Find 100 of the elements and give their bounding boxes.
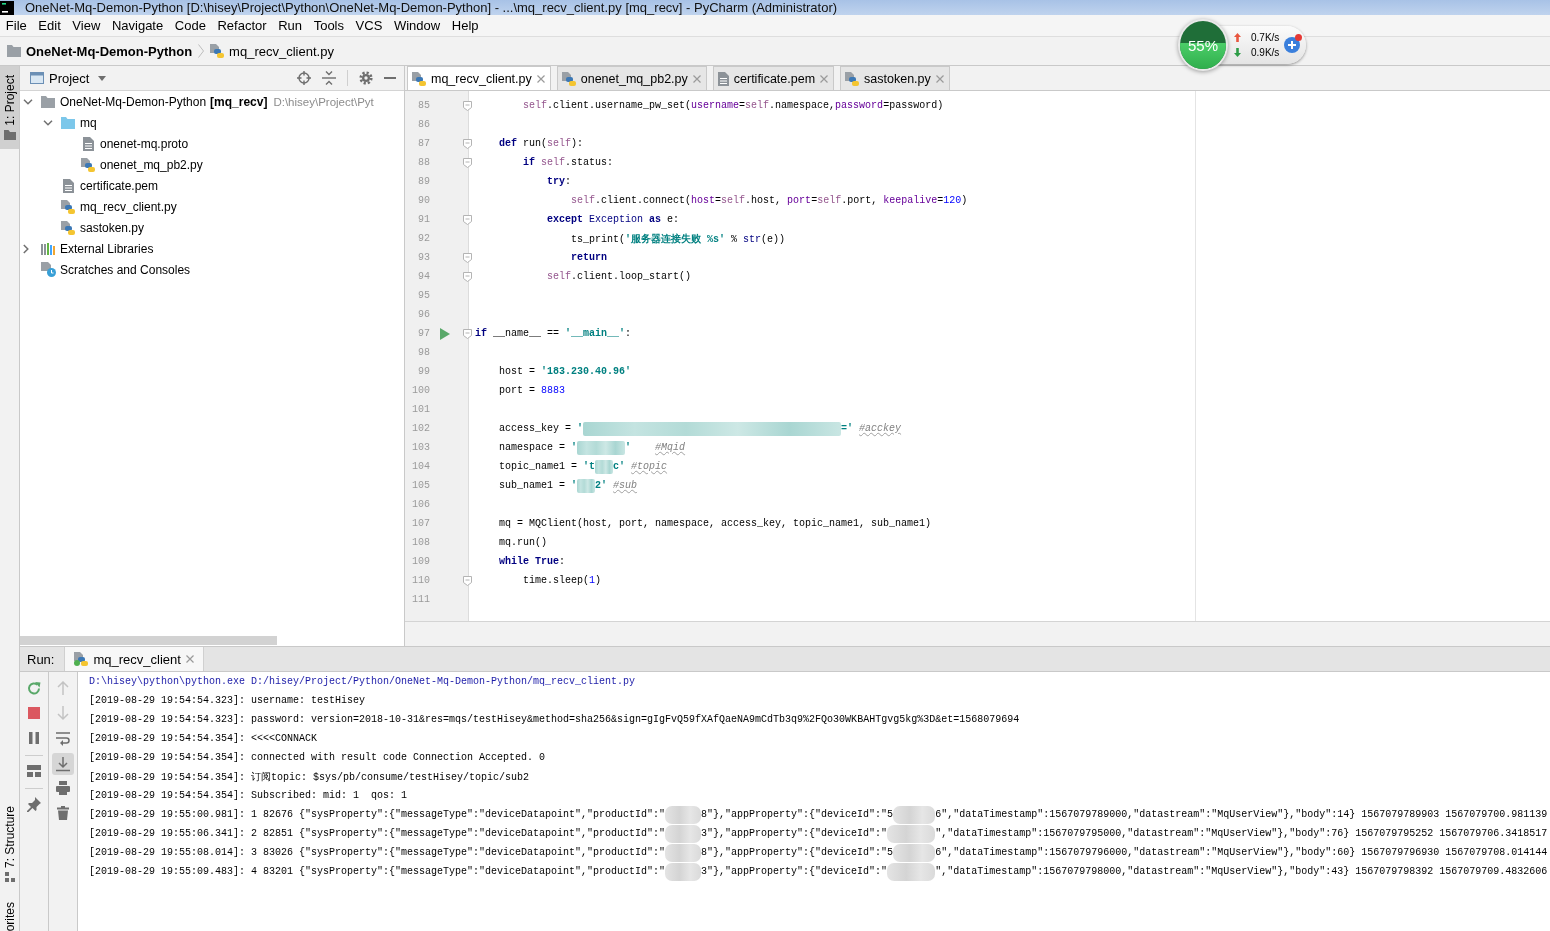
line-number: 87: [417, 138, 430, 149]
download-arrow-icon: [1234, 48, 1241, 57]
fold-marker-icon[interactable]: [463, 271, 472, 282]
menu-item[interactable]: Edit: [32, 16, 67, 35]
settings-icon[interactable]: [359, 71, 373, 85]
tool-window-tab[interactable]: 7: Structure: [0, 799, 19, 890]
menu-item[interactable]: View: [66, 16, 107, 35]
printer-icon[interactable]: [56, 781, 70, 796]
tool-window-tab[interactable]: 1: Project: [0, 66, 19, 149]
python-file-icon: [61, 220, 75, 235]
editor-tab[interactable]: onenet_mq_pb2.py: [556, 66, 707, 90]
menu-item[interactable]: Tools: [307, 16, 350, 35]
pause-icon[interactable]: [27, 731, 41, 746]
upload-speed: 0.7K/s: [1251, 31, 1280, 44]
console-text: 8"},"appProperty":{"deviceId":"5: [701, 847, 894, 858]
layout-icon[interactable]: [27, 764, 41, 779]
console-text: 8"},"appProperty":{"deviceId":"5: [701, 809, 894, 820]
panel-label: Run:: [27, 651, 55, 667]
menu-item[interactable]: Window: [388, 16, 446, 35]
tree-item[interactable]: OneNet-Mq-Demon-Python: [60, 94, 207, 109]
close-icon[interactable]: [935, 74, 944, 83]
rerun-icon[interactable]: [27, 681, 41, 696]
fold-marker-icon[interactable]: [463, 100, 472, 111]
folder-icon: [7, 45, 21, 57]
scroll-to-end-icon[interactable]: [52, 752, 74, 775]
code-text: if __name__ == '__main__':: [475, 328, 632, 339]
crosshair-icon[interactable]: [297, 71, 311, 85]
line-number: 107: [411, 518, 430, 529]
redaction-blur: [577, 440, 626, 455]
plus-icon[interactable]: [1284, 37, 1301, 53]
project-path: D:\hisey\Project\Pyt: [273, 95, 374, 108]
menu-item[interactable]: Navigate: [106, 16, 169, 35]
line-number: 93: [417, 252, 430, 263]
tree-item[interactable]: External Libraries: [60, 241, 154, 256]
tool-window-tab[interactable]: orites: [0, 889, 19, 931]
editor-tab[interactable]: certificate.pem: [712, 66, 835, 90]
folder-icon: [61, 116, 75, 129]
code-text: topic_name1 = 't: [499, 461, 596, 472]
horizontal-scrollbar[interactable]: [20, 636, 277, 645]
run-tab[interactable]: mq_recv_client: [64, 647, 204, 671]
collapse-all-icon[interactable]: [322, 71, 336, 85]
download-speed: 0.9K/s: [1251, 46, 1280, 59]
chevron-right-icon[interactable]: [23, 243, 29, 254]
chevron-down-icon[interactable]: [23, 98, 33, 105]
tree-item[interactable]: certificate.pem: [80, 178, 159, 193]
menu-item[interactable]: File: [0, 16, 33, 35]
line-number: 96: [417, 309, 430, 320]
menu-item[interactable]: Help: [446, 16, 485, 35]
menu-item[interactable]: Refactor: [211, 16, 273, 35]
editor-tab[interactable]: mq_recv_client.py: [407, 66, 551, 90]
fold-marker-icon[interactable]: [463, 328, 472, 339]
fold-marker-icon[interactable]: [463, 575, 472, 586]
line-number: 109: [411, 556, 430, 567]
pin-icon[interactable]: [27, 797, 41, 812]
text-file-icon: [62, 178, 74, 193]
run-icon[interactable]: [440, 327, 450, 340]
code-text: def run(self):: [499, 138, 584, 149]
close-icon[interactable]: [820, 74, 829, 83]
code-text: ' #Mqid: [625, 442, 686, 453]
code-text: try:: [547, 176, 572, 187]
close-icon[interactable]: [185, 655, 194, 663]
code-text: self.client.loop_start(): [547, 271, 692, 282]
project-view-icon: [30, 72, 44, 84]
console-text: 3"},"appProperty":{"deviceId":": [701, 866, 888, 877]
console-text: [2019-08-29 19:55:00.981]: 1 82676 {"sysProperty":{"messageType":"deviceDatapoint","productId":": [89, 809, 666, 820]
line-number: 92: [417, 233, 430, 244]
menu-item[interactable]: Run: [272, 16, 308, 35]
editor-tab[interactable]: sastoken.py: [840, 66, 950, 90]
code-text: c' #topic: [613, 461, 668, 472]
fold-marker-icon[interactable]: [463, 252, 472, 263]
line-number: 102: [411, 423, 430, 434]
tree-item[interactable]: sastoken.py: [80, 220, 145, 235]
close-icon[interactable]: [536, 74, 545, 83]
tree-item[interactable]: onenet_mq_pb2.py: [100, 157, 203, 172]
breadcrumb-item[interactable]: mq_recv_client.py: [210, 43, 334, 59]
chevron-down-icon[interactable]: [43, 119, 53, 126]
menu-item[interactable]: VCS: [349, 16, 389, 35]
stop-icon[interactable]: [27, 706, 41, 721]
fold-marker-icon[interactable]: [463, 157, 472, 168]
python-file-icon: [845, 71, 860, 86]
tree-item[interactable]: onenet-mq.proto: [100, 136, 189, 151]
memory-usage: 55%: [1188, 36, 1218, 54]
fold-marker-icon[interactable]: [463, 214, 472, 225]
console-text: 6","dataTimestamp":1567079796000,"datastream":"MqUserView"},"body":60} 1567079796930 1567079708.014144: [935, 847, 1548, 858]
console-text: [2019-08-29 19:54:54.354]: <<<<CONNACK: [89, 733, 318, 744]
trash-icon[interactable]: [56, 806, 70, 821]
code-text: if self.status:: [523, 157, 614, 168]
tree-item[interactable]: Scratches and Consoles: [60, 262, 191, 277]
redaction-blur: [665, 862, 702, 881]
tree-item[interactable]: mq: [80, 115, 97, 130]
code-text: while True:: [499, 556, 566, 567]
code-text: except Exception as e:: [547, 214, 680, 225]
fold-marker-icon[interactable]: [463, 138, 472, 149]
redaction-blur: [893, 805, 936, 824]
close-icon[interactable]: [692, 74, 701, 83]
breadcrumb-item[interactable]: OneNet-Mq-Demon-Python: [7, 43, 193, 59]
menu-item[interactable]: Code: [169, 16, 212, 35]
tree-item[interactable]: mq_recv_client.py: [80, 199, 177, 214]
view-selector[interactable]: Project: [49, 70, 107, 86]
soft-wrap-icon[interactable]: [56, 731, 70, 746]
